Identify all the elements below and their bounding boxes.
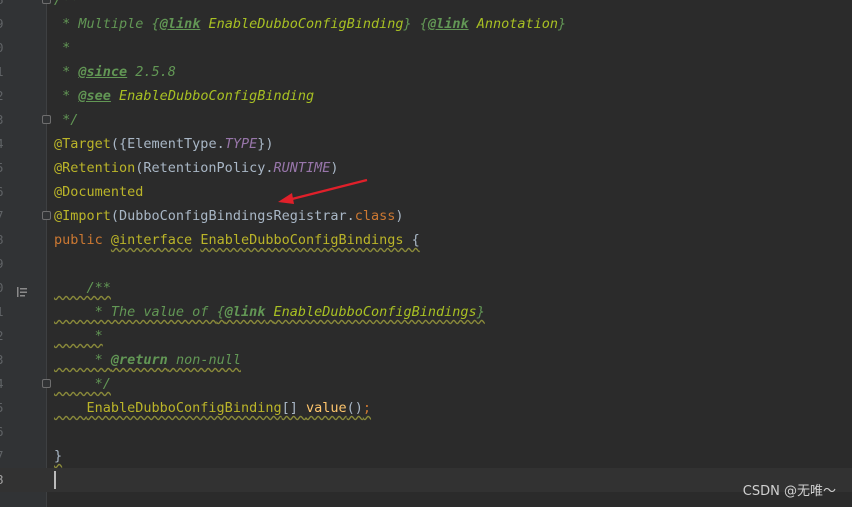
red-arrow-icon	[278, 178, 368, 204]
code-editor[interactable]: 8/**9 * Multiple {@link EnableDubboConfi…	[0, 0, 852, 507]
csdn-watermark: CSDN @无唯～	[742, 484, 836, 499]
